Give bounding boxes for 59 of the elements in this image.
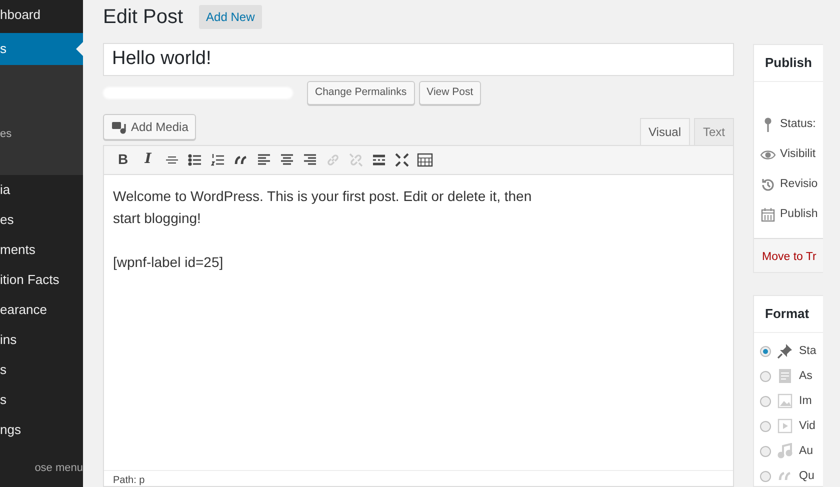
sidebar-item[interactable]: ins	[0, 325, 83, 355]
calendar-icon	[760, 206, 776, 222]
paragraph: [wpnf-label id=25]	[113, 252, 224, 272]
italic-button[interactable]: I	[139, 150, 157, 169]
radio-button[interactable]	[760, 420, 771, 432]
numbered-list-icon[interactable]	[210, 152, 226, 168]
post-title-field[interactable]: Hello world!	[103, 43, 734, 76]
sidebar-item[interactable]: ngs	[0, 415, 83, 445]
permalink-button[interactable]: Change Permalinks	[307, 81, 415, 105]
radio-button[interactable]	[760, 396, 771, 407]
publish-field-label: Publish	[780, 206, 818, 222]
page-title: Edit Post	[103, 5, 184, 30]
paragraph: Welcome to WordPress. This is your first post. Edit or delete it, then start blogging!	[113, 186, 533, 228]
sidebar-item[interactable]: es	[0, 205, 83, 235]
sidebar-item[interactable]: ments	[0, 235, 83, 265]
format-option-label: Vid	[799, 418, 816, 434]
image-icon	[777, 393, 793, 410]
sidebar-item[interactable]: ia	[0, 175, 83, 205]
align-left-icon[interactable]	[256, 152, 272, 168]
panel-title: Format	[754, 296, 823, 333]
bulleted-list-icon[interactable]	[187, 152, 203, 168]
music-note-icon	[777, 443, 793, 460]
fullscreen-icon[interactable]	[394, 152, 410, 168]
collapse-menu-link[interactable]: ose menu	[0, 453, 83, 483]
sidebar-item[interactable]: earance	[0, 295, 83, 325]
sidebar-item[interactable]: s	[0, 33, 83, 65]
add-new-button[interactable]: Add New	[199, 5, 262, 29]
radio-button[interactable]	[760, 470, 771, 482]
move-to-trash-link[interactable]: Move to Tr	[754, 238, 823, 272]
format-option-label: Im	[799, 394, 812, 409]
panel-title: Publish	[754, 45, 823, 82]
sidebar-item[interactable]: hboard	[0, 0, 83, 30]
format-option-label: As	[799, 368, 812, 384]
align-right-icon[interactable]	[302, 152, 318, 168]
publish-field-label: Visibilit	[780, 146, 816, 162]
video-icon	[777, 418, 793, 434]
document-icon	[777, 368, 793, 384]
sidebar-item[interactable]: ition Facts	[0, 265, 83, 295]
radio-button[interactable]	[760, 370, 771, 382]
align-center-icon[interactable]	[279, 152, 295, 168]
sidebar-subitem[interactable]: es	[0, 126, 83, 143]
history-icon	[760, 176, 776, 192]
radio-button[interactable]	[760, 446, 771, 457]
publish-field-label: Revisio	[780, 176, 818, 192]
permalink-button[interactable]: View Post	[418, 81, 482, 105]
publish-field-label: Status:	[780, 116, 816, 132]
sidebar-item[interactable]: s	[0, 385, 83, 415]
editor-tab[interactable]: Text	[694, 118, 734, 145]
bold-button[interactable]: B	[114, 150, 132, 169]
pushpin-icon	[777, 343, 793, 360]
add-media-button[interactable]: Add Media	[103, 114, 196, 140]
format-option-label: Sta	[799, 344, 816, 359]
format-option-label: Au	[799, 444, 814, 459]
path-label: Path: p	[104, 470, 733, 486]
radio-button[interactable]	[760, 346, 771, 357]
toolbar-toggle-icon[interactable]	[417, 152, 433, 168]
format-option-label: Qu	[799, 468, 814, 484]
editor-tab[interactable]: Visual	[640, 118, 690, 145]
sidebar-item[interactable]: s	[0, 355, 83, 385]
